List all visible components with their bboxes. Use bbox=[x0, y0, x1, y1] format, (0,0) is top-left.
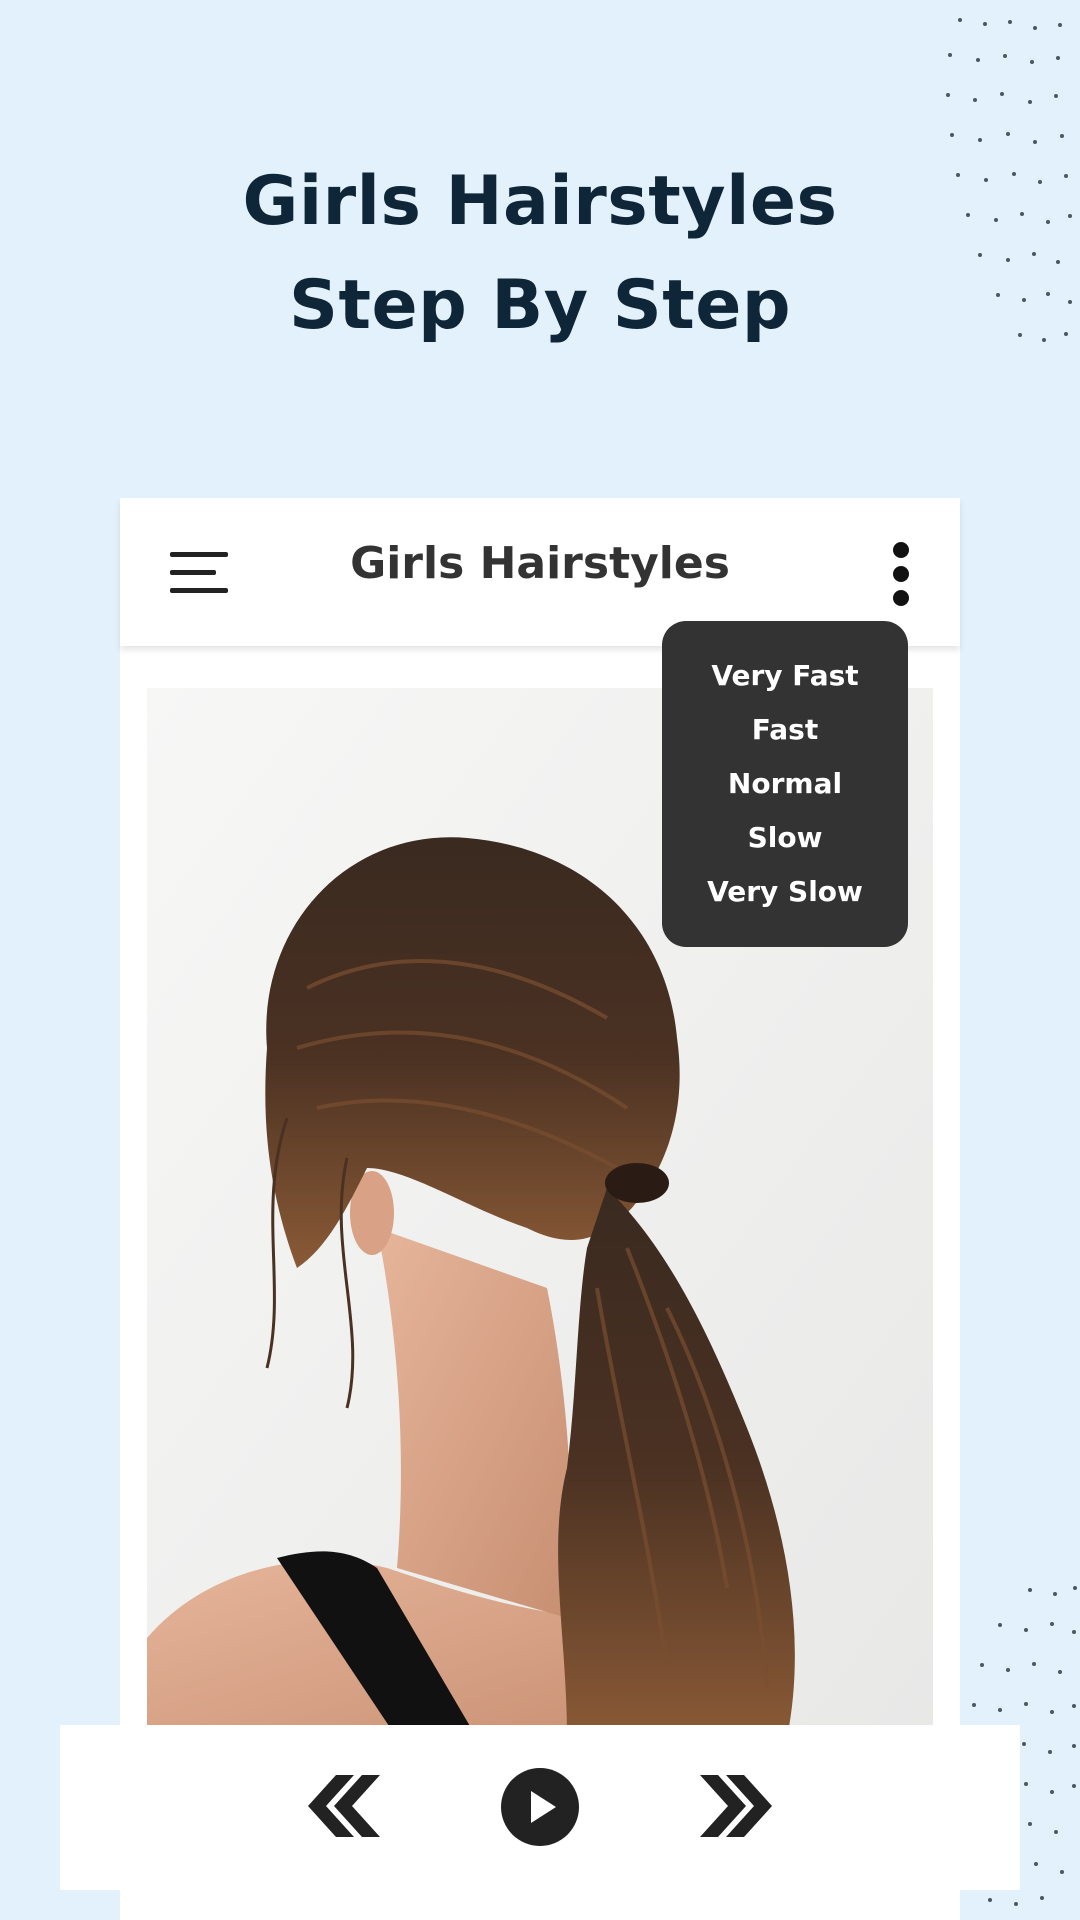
double-chevron-left-icon[interactable] bbox=[296, 1775, 380, 1837]
play-circle-icon[interactable] bbox=[500, 1767, 580, 1847]
more-vertical-icon[interactable] bbox=[890, 542, 914, 606]
speed-option-fast[interactable]: Fast bbox=[752, 703, 818, 757]
promo-title: Girls Hairstyles Step By Step bbox=[0, 150, 1080, 358]
speed-option-very-fast[interactable]: Very Fast bbox=[711, 649, 858, 703]
speed-option-normal[interactable]: Normal bbox=[728, 757, 842, 811]
speed-menu: Very Fast Fast Normal Slow Very Slow bbox=[662, 621, 908, 947]
playback-controls bbox=[60, 1725, 1020, 1890]
speed-option-slow[interactable]: Slow bbox=[748, 811, 823, 865]
speed-option-very-slow[interactable]: Very Slow bbox=[707, 865, 863, 919]
promo-title-line-2: Step By Step bbox=[288, 266, 792, 345]
app-bar-title: Girls Hairstyles bbox=[350, 538, 730, 589]
double-chevron-right-icon[interactable] bbox=[700, 1775, 784, 1837]
promo-title-line-1: Girls Hairstyles bbox=[242, 162, 838, 241]
